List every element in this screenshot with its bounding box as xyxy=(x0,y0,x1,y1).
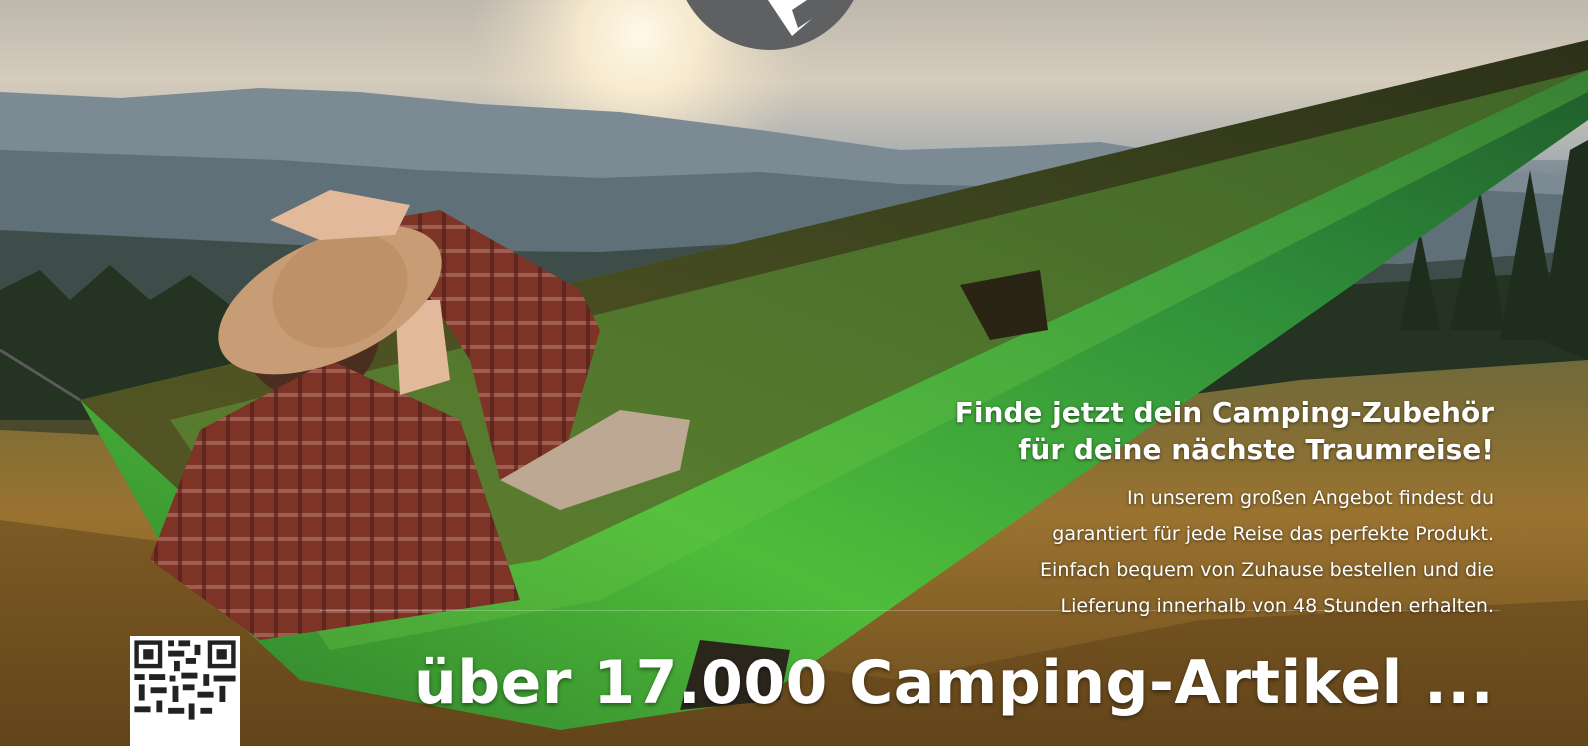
logo-badge-icon xyxy=(686,0,854,50)
qr-code-icon[interactable] xyxy=(110,636,260,746)
headline: Finde jetzt dein Camping-Zubehör für dei… xyxy=(955,394,1494,468)
body-line-3: Einfach bequem von Zuhause bestellen und… xyxy=(1040,559,1494,581)
body-line-4: Lieferung innerhalb von 48 Stunden erhal… xyxy=(1060,595,1494,617)
headline-line-1: Finde jetzt dein Camping-Zubehör xyxy=(954,396,1494,429)
body-line-1: In unserem großen Angebot findest du xyxy=(1126,487,1494,509)
body-copy: In unserem großen Angebot findest du gar… xyxy=(1040,480,1494,624)
headline-line-2: für deine nächste Traumreise! xyxy=(1018,433,1494,466)
hammock-landscape-photo xyxy=(0,0,1588,746)
article-count-claim: über 17.000 Camping-Artikel ... xyxy=(414,648,1494,718)
body-line-2: garantiert für jede Reise das perfekte P… xyxy=(1052,523,1494,545)
camping-ad-page: Finde jetzt dein Camping-Zubehör für dei… xyxy=(0,0,1588,746)
